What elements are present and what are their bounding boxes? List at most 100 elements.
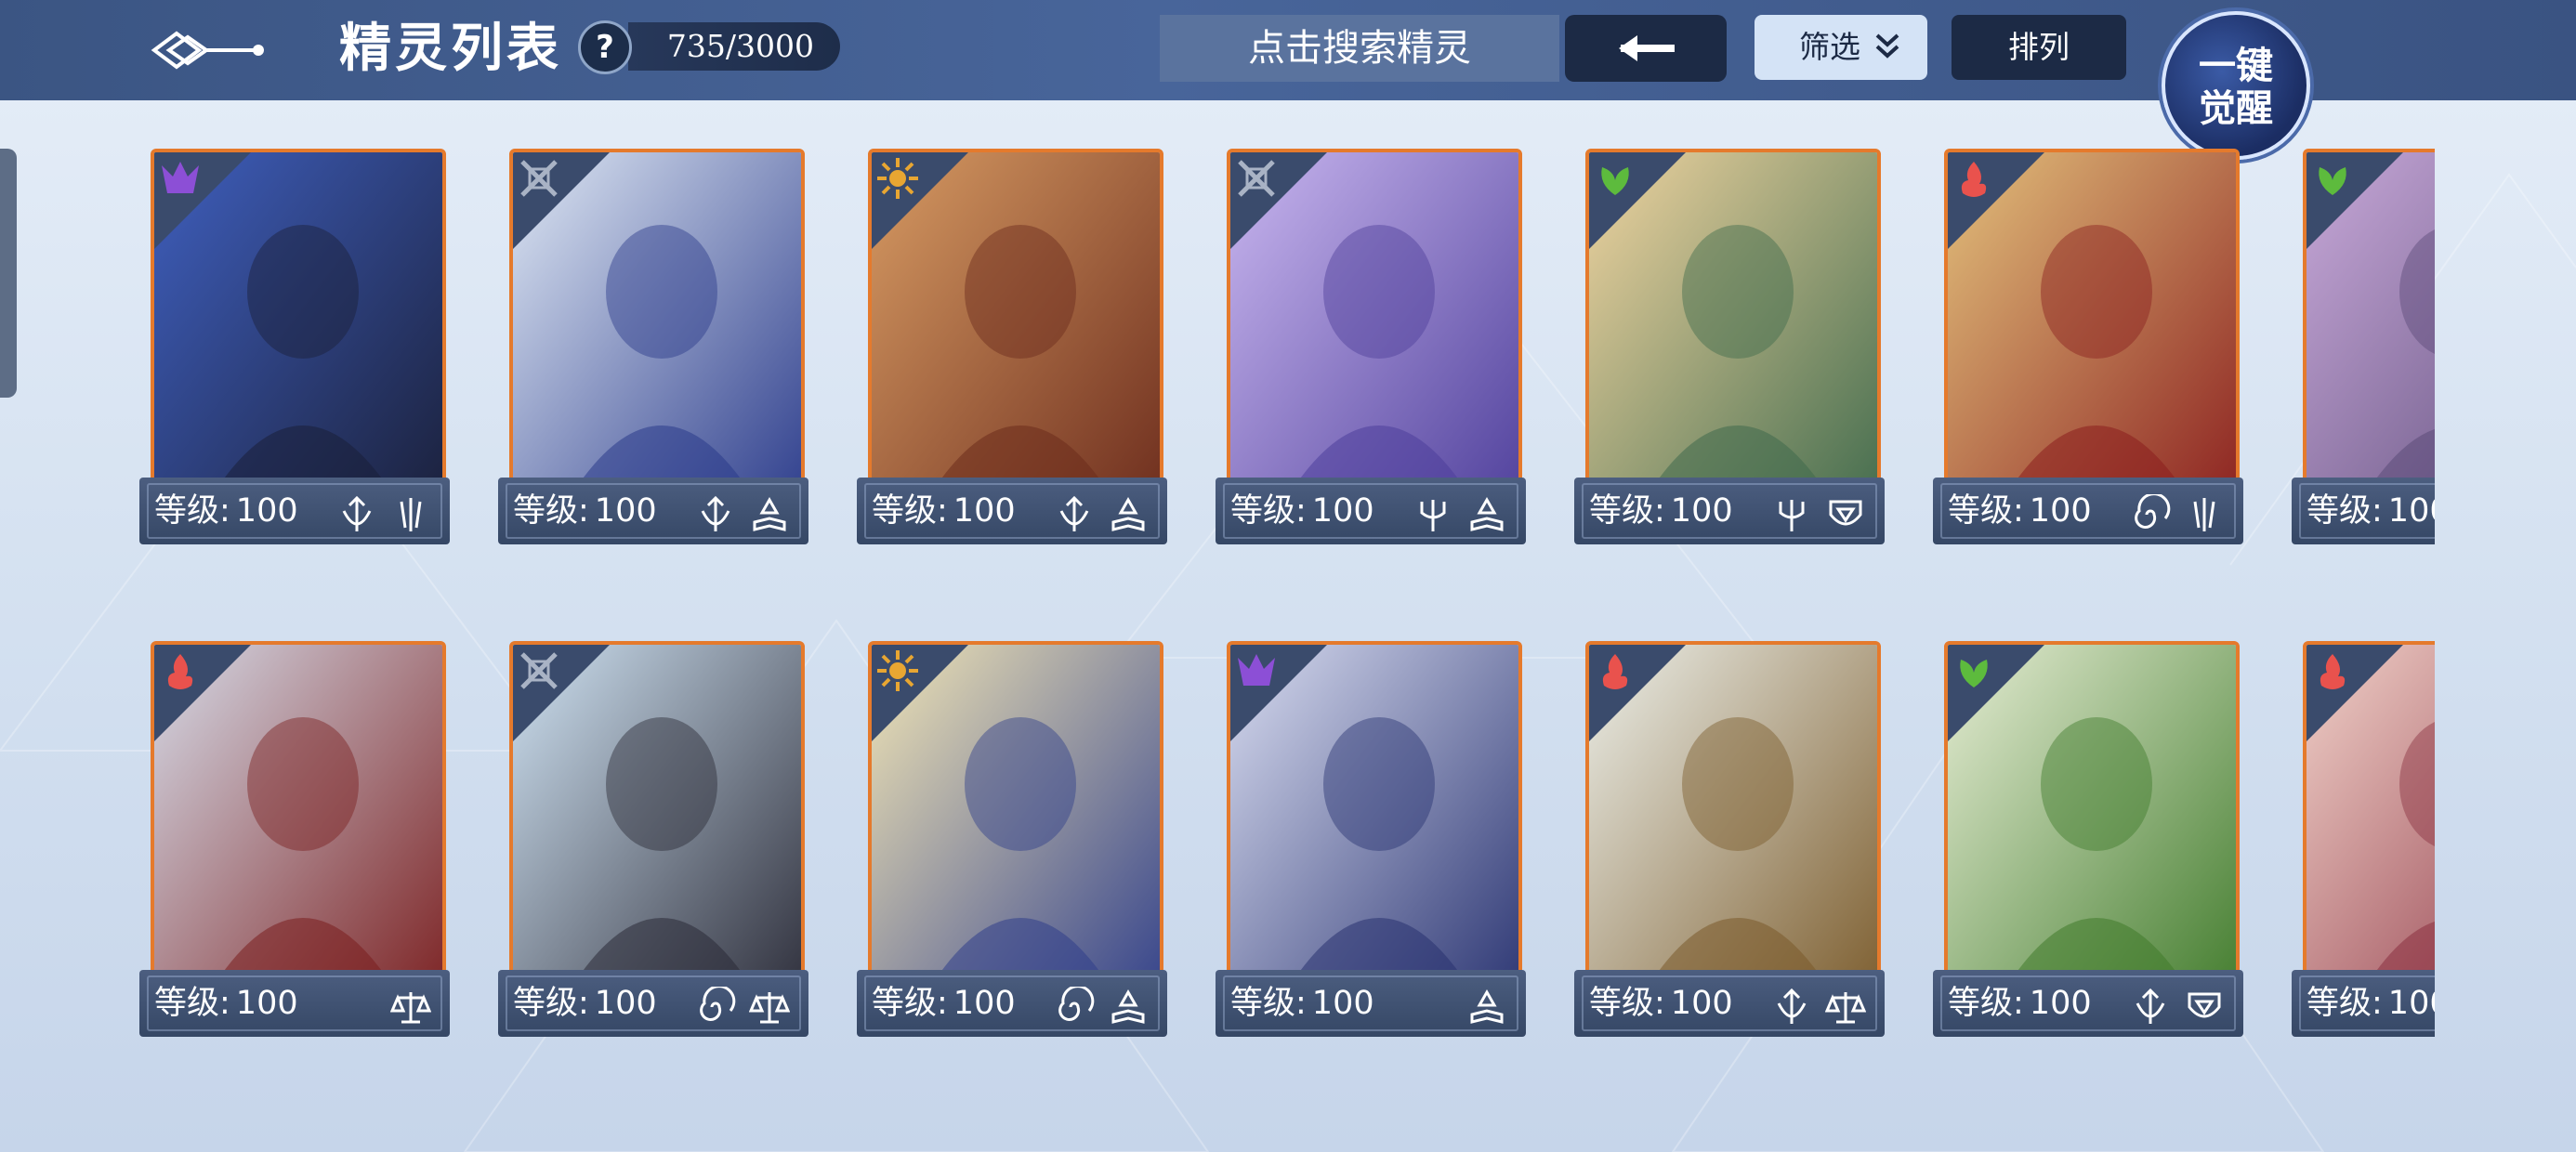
sword-shield-icon (701, 495, 730, 531)
spirit-card[interactable]: 等级:100 (139, 641, 455, 1037)
shield-icon (1829, 500, 1862, 526)
spirit-card[interactable]: 等级:100 (857, 641, 1173, 1037)
card-info-band: 等级:100 (2292, 478, 2435, 544)
level-value: 100 (594, 985, 657, 1022)
shield-icon (2188, 992, 2221, 1018)
level-label: 等级: (513, 985, 589, 1022)
level-value: 100 (953, 492, 1016, 530)
level-label: 等级: (872, 985, 948, 1022)
level-value: 100 (594, 492, 657, 530)
card-info-band: 等级:100 (857, 970, 1167, 1037)
fire-element-icon (1961, 162, 1987, 197)
card-info-band: 等级:100 (1216, 970, 1526, 1037)
level-value: 100 (235, 985, 298, 1022)
level-text: 等级:100 (872, 478, 1016, 544)
level-text: 等级:100 (513, 478, 657, 544)
light-element-icon (877, 158, 918, 199)
spirit-card[interactable]: 等级:100 (1574, 641, 1890, 1037)
level-value: 100 (2387, 492, 2435, 530)
grass-element-icon (2319, 167, 2346, 195)
level-label: 等级: (1948, 492, 2024, 530)
spirit-card[interactable]: 等级:100 (1216, 641, 1531, 1037)
level-label: 等级: (154, 492, 230, 530)
grass-element-icon (1601, 167, 1629, 195)
level-text: 等级:100 (872, 970, 1016, 1037)
fire-element-icon (1602, 654, 1628, 689)
vortex-icon (2135, 494, 2171, 529)
book-icon (1111, 988, 1145, 1024)
level-value: 100 (1311, 492, 1374, 530)
card-info-band: 等级:100 (1216, 478, 1526, 544)
card-info-band: 等级:100 (857, 478, 1167, 544)
level-text: 等级:100 (2307, 970, 2435, 1037)
spirit-card[interactable]: 等级:100 (857, 149, 1173, 544)
spirit-card[interactable]: 等级:100 (1216, 149, 1531, 544)
scales-icon (390, 992, 431, 1024)
level-label: 等级: (1948, 985, 2024, 1022)
sword-shield-icon (1059, 495, 1089, 531)
vortex-icon (1058, 987, 1095, 1021)
level-label: 等级: (2307, 492, 2383, 530)
light-element-icon (877, 650, 918, 691)
level-label: 等级: (1589, 492, 1665, 530)
trident-icon (1420, 500, 1446, 531)
sword-shield-icon (342, 495, 372, 531)
card-info-band: 等级:100 (1574, 970, 1885, 1037)
neutral-element-icon (1238, 160, 1275, 197)
card-info-band: 等级:100 (139, 478, 450, 544)
level-text: 等级:100 (513, 970, 657, 1037)
spirit-card[interactable]: 等级:100 (2292, 149, 2435, 544)
level-value: 100 (1670, 985, 1733, 1022)
level-value: 100 (2387, 985, 2435, 1022)
scales-icon (749, 992, 790, 1024)
spirit-card[interactable]: 等级:100 (498, 641, 814, 1037)
fire-element-icon (2320, 654, 2346, 689)
book-icon (1111, 496, 1145, 531)
level-text: 等级:100 (154, 970, 298, 1037)
card-info-band: 等级:100 (1933, 478, 2243, 544)
level-value: 100 (1670, 492, 1733, 530)
level-text: 等级:100 (1948, 478, 2092, 544)
trident-icon (1779, 500, 1805, 531)
level-label: 等级: (1589, 985, 1665, 1022)
card-info-band: 等级:100 (1574, 478, 1885, 544)
sword-shield-icon (1777, 988, 1807, 1024)
scales-icon (1825, 992, 1866, 1024)
neutral-element-icon (520, 652, 558, 689)
level-label: 等级: (872, 492, 948, 530)
card-info-band: 等级:100 (498, 478, 808, 544)
level-text: 等级:100 (1230, 478, 1374, 544)
level-label: 等级: (513, 492, 589, 530)
book-icon (753, 496, 786, 531)
spirit-card-grid: 等级: 100 等级: 100 等级: 100 等级: 100 等级: 100 … (0, 0, 2435, 1152)
spirit-card[interactable]: 等级:100 (1933, 641, 2249, 1037)
level-label: 等级: (2307, 985, 2383, 1022)
card-info-band: 等级:100 (2292, 970, 2435, 1037)
psychic-element-icon (1238, 654, 1275, 686)
book-icon (1470, 988, 1504, 1024)
spirit-card[interactable]: 等级:100 (498, 149, 814, 544)
spirit-card[interactable]: 等级:100 (2292, 641, 2435, 1037)
level-text: 等级:100 (1589, 478, 1733, 544)
level-label: 等级: (1230, 985, 1307, 1022)
level-value: 100 (235, 492, 298, 530)
triple-blade-icon (400, 498, 422, 531)
spirit-card[interactable]: 等级:100 (139, 149, 455, 544)
grass-element-icon (1960, 660, 1988, 687)
triple-blade-icon (2193, 498, 2215, 531)
sword-shield-icon (2136, 988, 2165, 1024)
book-icon (1470, 496, 1504, 531)
spirit-card[interactable]: 等级:100 (1933, 149, 2249, 544)
card-info-band: 等级:100 (139, 970, 450, 1037)
level-label: 等级: (154, 985, 230, 1022)
spirit-card[interactable]: 等级:100 (1574, 149, 1890, 544)
card-info-band: 等级:100 (1933, 970, 2243, 1037)
level-label: 等级: (1230, 492, 1307, 530)
level-value: 100 (1311, 985, 1374, 1022)
level-text: 等级:100 (154, 478, 298, 544)
neutral-element-icon (520, 160, 558, 197)
level-value: 100 (953, 985, 1016, 1022)
level-value: 100 (2029, 985, 2092, 1022)
level-text: 等级:100 (1230, 970, 1374, 1037)
level-text: 等级:100 (2307, 478, 2435, 544)
